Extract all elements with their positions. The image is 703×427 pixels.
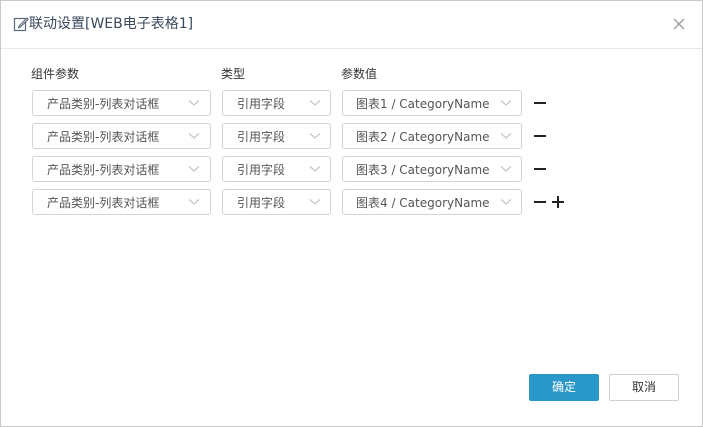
chevron-down-icon [500,100,512,106]
param-value-select[interactable]: 图表1 / CategoryName [342,90,522,116]
param-value-select[interactable]: 图表4 / CategoryName [342,189,522,215]
chevron-down-icon [309,199,321,205]
chevron-down-icon [500,199,512,205]
chevron-down-icon [188,100,200,106]
dialog-title-bar: 联动设置[WEB电子表格1] [1,1,702,49]
type-value: 引用字段 [237,130,286,144]
remove-row-button[interactable] [532,95,548,111]
linkage-settings-dialog: 联动设置[WEB电子表格1] 组件参数 类型 参数值 产品类别-列表对话框 引用… [0,0,703,427]
component-param-select[interactable]: 产品类别-列表对话框 [32,156,211,182]
header-param-value: 参数值 [341,67,378,81]
component-param-value: 产品类别-列表对话框 [47,97,160,111]
param-value-value: 图表4 / CategoryName [356,196,490,210]
type-value: 引用字段 [237,196,286,210]
type-select[interactable]: 引用字段 [222,189,331,215]
header-type: 类型 [221,67,246,81]
chevron-down-icon [309,100,321,106]
type-select[interactable]: 引用字段 [222,123,331,149]
chevron-down-icon [309,133,321,139]
type-value: 引用字段 [237,163,286,177]
param-value-value: 图表3 / CategoryName [356,163,490,177]
ok-button[interactable]: 确定 [529,374,599,401]
param-value-value: 图表1 / CategoryName [356,97,490,111]
add-row-button[interactable] [550,194,566,210]
chevron-down-icon [500,166,512,172]
param-value-select[interactable]: 图表2 / CategoryName [342,123,522,149]
param-value-value: 图表2 / CategoryName [356,130,490,144]
chevron-down-icon [188,166,200,172]
remove-row-button[interactable] [532,128,548,144]
dialog-title: 联动设置[WEB电子表格1] [29,16,194,32]
chevron-down-icon [309,166,321,172]
chevron-down-icon [188,199,200,205]
chevron-down-icon [188,133,200,139]
close-icon[interactable] [671,16,687,32]
type-select[interactable]: 引用字段 [222,156,331,182]
component-param-value: 产品类别-列表对话框 [47,163,160,177]
edit-icon [13,17,29,32]
chevron-down-icon [500,133,512,139]
component-param-value: 产品类别-列表对话框 [47,130,160,144]
header-component-param: 组件参数 [31,67,80,81]
cancel-button[interactable]: 取消 [609,374,679,401]
remove-row-button[interactable] [532,194,548,210]
type-select[interactable]: 引用字段 [222,90,331,116]
component-param-select[interactable]: 产品类别-列表对话框 [32,123,211,149]
remove-row-button[interactable] [532,161,548,177]
component-param-select[interactable]: 产品类别-列表对话框 [32,90,211,116]
param-value-select[interactable]: 图表3 / CategoryName [342,156,522,182]
component-param-value: 产品类别-列表对话框 [47,196,160,210]
type-value: 引用字段 [237,97,286,111]
component-param-select[interactable]: 产品类别-列表对话框 [32,189,211,215]
